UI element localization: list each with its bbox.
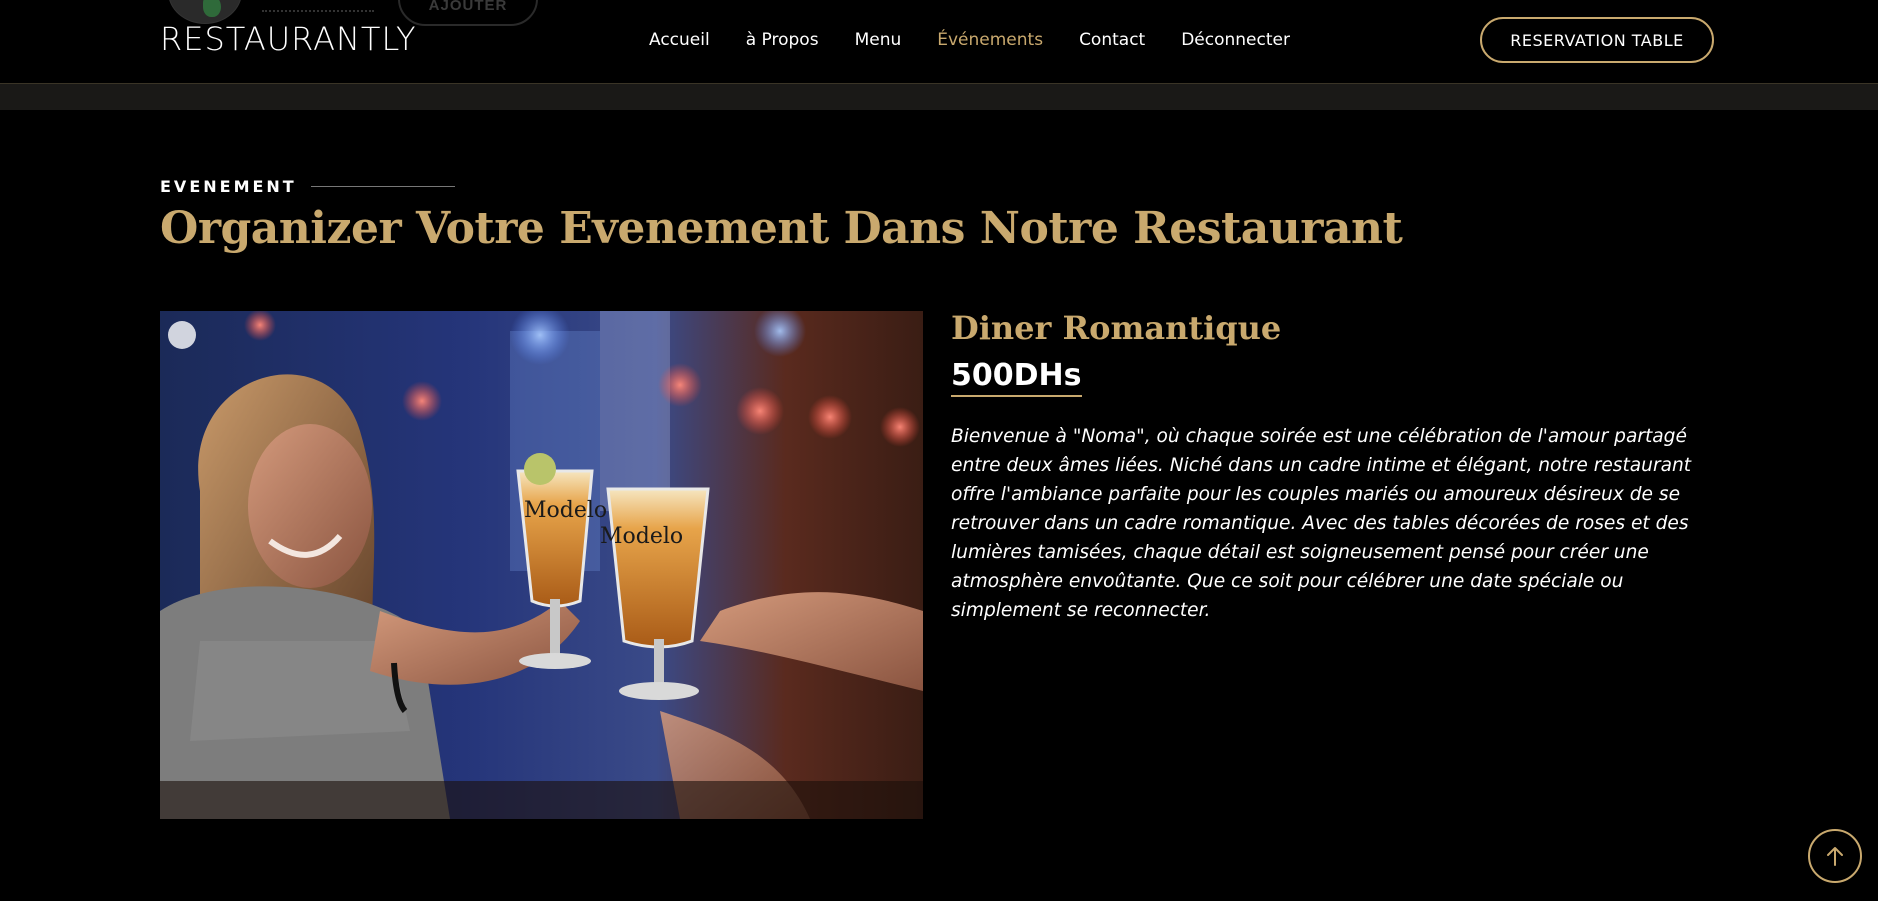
nav-deconnecter[interactable]: Déconnecter bbox=[1181, 30, 1290, 50]
nav-contact[interactable]: Contact bbox=[1079, 30, 1145, 50]
nav-evenements[interactable]: Événements bbox=[937, 30, 1043, 50]
site-logo[interactable]: RESTAURANTLY bbox=[160, 20, 417, 58]
reservation-button[interactable]: RESERVATION TABLE bbox=[1480, 17, 1714, 63]
user-name-placeholder bbox=[262, 0, 374, 12]
arrow-up-icon bbox=[1827, 847, 1843, 866]
event-photo: Modelo Modelo bbox=[160, 311, 923, 819]
section-title: Organizer Votre Evenement Dans Notre Res… bbox=[160, 203, 1403, 254]
event-description: Bienvenue à "Noma", où chaque soirée est… bbox=[951, 426, 1692, 621]
nav-a-propos[interactable]: à Propos bbox=[746, 30, 819, 50]
header-strip bbox=[0, 84, 1878, 110]
scroll-top-button[interactable] bbox=[1808, 829, 1862, 883]
main-nav: Accueil à Propos Menu Événements Contact… bbox=[649, 30, 1326, 50]
add-button[interactable]: AJOUTER bbox=[398, 0, 538, 26]
event-title: Diner Romantique bbox=[951, 309, 1282, 347]
nav-accueil[interactable]: Accueil bbox=[649, 30, 710, 50]
eyebrow-divider bbox=[310, 186, 455, 187]
event-price: 500DHs bbox=[951, 358, 1082, 397]
nav-menu[interactable]: Menu bbox=[855, 30, 902, 50]
event-photo-illustration: Modelo Modelo bbox=[160, 311, 923, 819]
avatar-leaf-icon bbox=[203, 0, 221, 17]
site-header: AJOUTER RESTAURANTLY Accueil à Propos Me… bbox=[0, 0, 1878, 84]
glass-label-right: Modelo bbox=[600, 524, 683, 549]
section-eyebrow: EVENEMENT bbox=[160, 177, 455, 196]
glass-label-left: Modelo bbox=[524, 498, 607, 523]
eyebrow-label: EVENEMENT bbox=[160, 177, 297, 196]
